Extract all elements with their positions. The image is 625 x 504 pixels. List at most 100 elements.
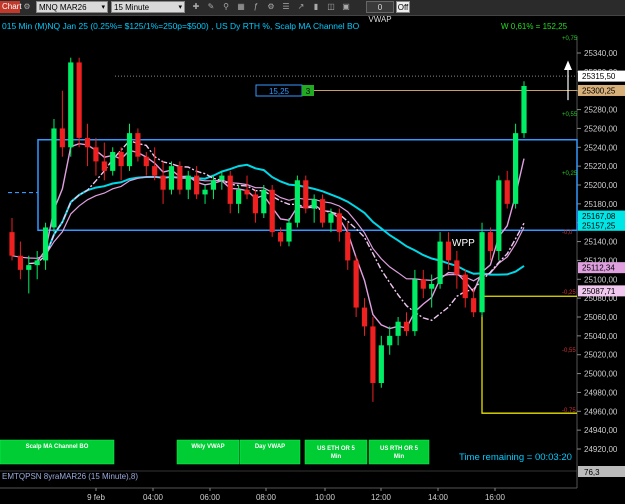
price-tick-label: 25340,00 [584,49,618,58]
candle-body [9,232,15,256]
time-tick-label: 06:00 [200,493,221,502]
candle-body [185,175,191,190]
candle-body [244,189,250,195]
time-tick-label: 12:00 [371,493,392,502]
data-box-icon[interactable]: ◫ [325,1,337,13]
price-tag-label: 25300,25 [582,86,616,95]
chart-style-icon[interactable]: ▮ [310,1,322,13]
percent-labels: +0,75 +0,55 +0,25 -0,0 -0,25 -0,55 -0,75 [562,36,578,414]
chevron-down-icon: ▾ [101,4,105,11]
time-tick-label: 14:00 [428,493,449,502]
price-tick-label: 24960,00 [584,407,618,416]
draw-tool-icon[interactable]: ✎ [205,1,217,13]
percent-label: -0,0 [562,230,573,236]
box-value: 15,25 [269,87,290,96]
slow-ma-line [11,176,525,282]
candle-body [328,213,334,223]
candle-body [420,279,426,289]
share-icon[interactable]: ↗ [295,1,307,13]
indicator-icon[interactable]: ƒ [250,1,262,13]
snapshot-icon[interactable]: ▣ [340,1,352,13]
candle-body [93,147,99,162]
indicator-button[interactable] [304,439,368,465]
time-axis: 9 feb 04:00 06:00 08:00 10:00 12:00 14:00 16:00 [0,487,577,502]
candle-body [135,133,141,157]
candle-body [17,255,23,270]
price-chart[interactable]: 25340,0025320,0025300,0025280,0025260,00… [0,16,625,504]
candle-body [445,241,452,261]
indicator-button[interactable] [368,439,430,465]
price-tick-label: 24980,00 [584,388,618,397]
candle-body [269,189,275,233]
candle-body [84,137,91,148]
price-tick-label: 25180,00 [584,200,618,209]
percent-label: -0,55 [562,348,576,354]
price-tag-label: 25112,34 [582,264,615,273]
zoom-icon[interactable]: ⚲ [220,1,232,13]
price-tick-label: 25060,00 [584,313,618,322]
candle-body [504,180,510,204]
candle-body [286,222,292,242]
candle-body [387,335,393,346]
candle-body [34,260,40,266]
candle-body [336,213,342,233]
price-tag-label: 25315,50 [582,72,616,81]
chart-overlay [564,60,572,101]
off-toggle[interactable]: Off [396,1,410,13]
candle-body [160,175,166,190]
candle-body [177,166,183,190]
candle-body [168,166,175,190]
candle-body [454,260,460,275]
crosshair-icon[interactable]: ✚ [190,1,202,13]
candle-body [378,345,384,383]
grid [0,36,578,488]
candle-body [462,274,468,299]
candle-body [294,180,300,223]
candle-body [118,152,124,167]
vwap-button[interactable]: 0 VWAP [366,1,394,24]
candle-body [227,175,233,204]
candle-body [370,326,376,383]
price-tick-label: 25280,00 [584,106,618,115]
candle-body [471,298,477,313]
properties-icon[interactable]: ☰ [280,1,292,13]
price-tick-label: 25000,00 [584,370,618,379]
indicator-button-label: US RTH OR 5 [380,446,419,452]
time-remaining: Time remaining = 00:03:20 [459,452,572,463]
candle-body [311,199,317,209]
up-arrow-head [564,60,572,70]
price-tick-label: 24920,00 [584,445,618,454]
indicator-button-label: US ETH OR 5 [317,446,355,452]
candle-body [437,241,443,284]
time-tick-label: 10:00 [315,493,336,502]
template-icon[interactable]: ▦ [235,1,247,13]
price-tick-label: 25040,00 [584,332,618,341]
indicator-button-label: Scalp MA Channel BO [26,444,89,450]
indicator-button-label: Min [331,454,342,460]
candle-body [152,166,158,176]
instrument-selector[interactable]: MNQ MAR26 ▾ [36,1,108,13]
interval-selector[interactable]: 15 Minute ▾ [111,1,185,13]
candle-body [101,161,107,171]
price-tick-label: 25140,00 [584,238,618,247]
settings-icon[interactable]: ⚙ [22,1,32,13]
price-tag-label: 25157,25 [582,221,616,230]
indicator-button-label: Min [394,454,405,460]
price-tick-label: 25100,00 [584,275,618,284]
candle-body [395,321,401,336]
strategy-icon[interactable]: ⚙ [265,1,277,13]
price-tick-label: 25020,00 [584,351,618,360]
footer-text: EMTQPSN 8yraMAR26 (15 Minute),8) [2,472,138,481]
price-tick-label: 25220,00 [584,162,618,171]
wpp-label: WPP [452,238,475,249]
chart-toolbar: Chart ⚙ MNQ MAR26 ▾ 15 Minute ▾ ✚ ✎ ⚲ ▦ ƒ … [0,0,625,24]
candle-body [403,321,410,332]
candle-body [429,284,435,289]
time-tick-label: 04:00 [143,493,164,502]
chart-tab[interactable]: Chart [0,1,22,13]
candle-body [496,180,502,251]
percent-label: +0,75 [562,36,578,42]
candle-body [261,189,267,214]
percent-label: +0,55 [562,112,578,118]
candle-body [42,227,49,261]
